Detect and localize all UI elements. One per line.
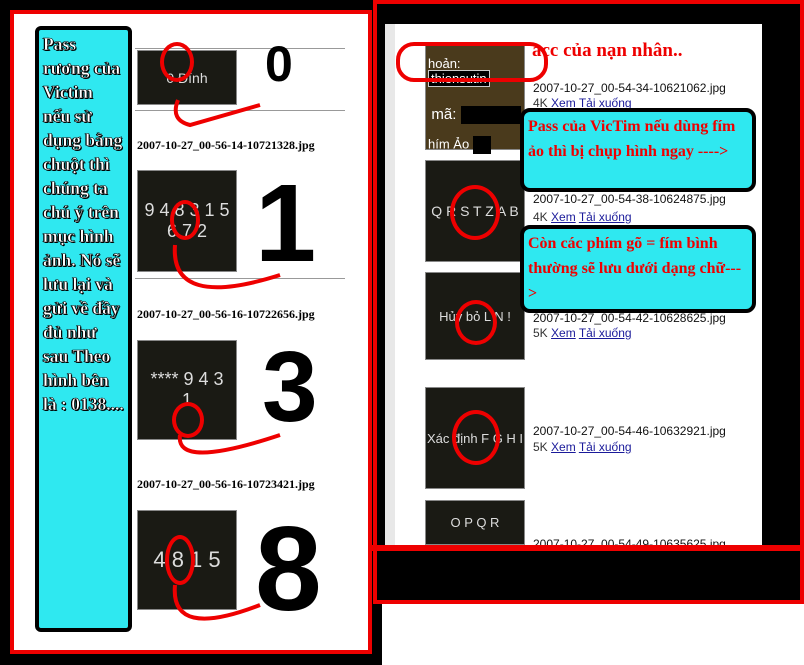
virtual-key-label: hím Ảo [428, 136, 470, 152]
callout-virtual-keyboard: Pass của VicTim nếu dùng fím ảo thì bị c… [520, 108, 756, 192]
download-link[interactable]: Tải xuống [579, 326, 632, 340]
password-field [460, 106, 521, 125]
view-link[interactable]: Xem [551, 210, 576, 224]
account-annotation: acc của nạn nhân.. [532, 40, 683, 61]
filename[interactable]: 2007-10-27_00-54-42-10628625.jpg [533, 311, 726, 325]
checkbox [472, 136, 491, 155]
arrow-annotations [172, 99, 281, 621]
file-meta: 4K Xem Tải xuống [533, 210, 632, 224]
file-meta: 5K Xem Tải xuống [533, 440, 632, 454]
highlight-circle [396, 42, 548, 82]
view-link[interactable]: Xem [551, 440, 576, 454]
arrow-icon [172, 244, 281, 290]
password-label: mã: [431, 106, 457, 123]
filename[interactable]: 2007-10-27_00-54-34-10621062.jpg [533, 81, 726, 95]
explanation-note: Pass rương của Victim nếu sử dụng bằng c… [35, 26, 132, 632]
red-frame-bottom [372, 545, 804, 551]
arrow-icon [177, 433, 281, 455]
arrow-icon [173, 99, 261, 128]
download-link[interactable]: Tải xuống [579, 210, 632, 224]
filename[interactable]: 2007-10-27_00-54-38-10624875.jpg [533, 192, 726, 206]
download-link[interactable]: Tải xuống [579, 440, 632, 454]
view-link[interactable]: Xem [551, 326, 576, 340]
callout-keyboard-text: Còn các phím gõ = fím bình thường sẽ lưu… [520, 225, 756, 313]
filename[interactable]: 2007-10-27_00-54-46-10632921.jpg [533, 424, 726, 438]
highlight-circle [455, 300, 497, 345]
arrow-icon [172, 584, 261, 621]
highlight-circle [450, 185, 500, 240]
highlight-circle [452, 410, 500, 465]
file-meta: 5K Xem Tải xuống [533, 326, 632, 340]
thumbnail[interactable]: O P Q R [425, 500, 525, 545]
